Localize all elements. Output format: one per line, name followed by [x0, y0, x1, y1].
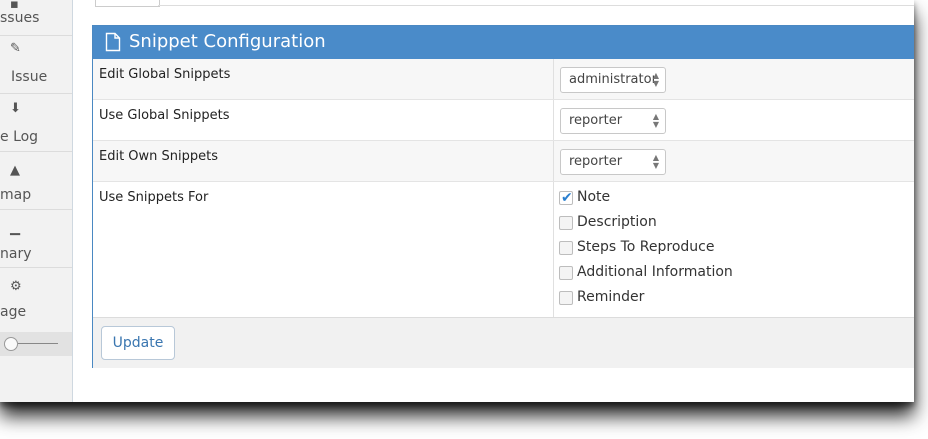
toggle-track — [18, 343, 58, 344]
sidebar: ▪ ssues ✎ Issue ⬇ e Log ▲ map ▁ nary ⚙ a… — [0, 0, 73, 402]
tabs-divider — [158, 5, 914, 6]
sidebar-item-issues[interactable]: ▪ ssues — [0, 0, 72, 36]
sidebar-item-label: map — [0, 187, 32, 203]
select-value: reporter — [569, 154, 623, 169]
app-window: ▪ ssues ✎ Issue ⬇ e Log ▲ map ▁ nary ⚙ a… — [0, 0, 914, 402]
row-use-global-snippets: Use Global Snippets reporter ▲ ▼ — [93, 100, 914, 141]
select-arrows-icon: ▲ ▼ — [652, 153, 659, 170]
sidebar-item-label: nary — [0, 246, 32, 262]
cell-divider — [553, 59, 554, 99]
sidebar-item-change-log[interactable]: ⬇ e Log — [0, 94, 72, 152]
widget-footer: Update — [93, 317, 914, 368]
cell-divider — [553, 141, 554, 181]
snippet-config-widget: Snippet Configuration Edit Global Snippe… — [92, 25, 914, 368]
widget-title: Snippet Configuration — [129, 31, 326, 52]
row-label: Use Global Snippets — [99, 108, 230, 123]
sidebar-item-manage[interactable]: ⚙ age — [0, 268, 72, 332]
sidebar-item-label: Issue — [11, 69, 48, 85]
update-button[interactable]: Update — [101, 326, 175, 360]
edit-own-snippets-select[interactable]: reporter ▲ ▼ — [560, 149, 666, 175]
gears-icon: ⚙ — [10, 279, 22, 294]
row-label: Use Snippets For — [99, 190, 209, 205]
checkbox-label: Steps To Reproduce — [577, 239, 715, 255]
checkbox[interactable] — [559, 216, 573, 230]
widget-header: Snippet Configuration — [93, 26, 914, 59]
bar-chart-icon: ▁ — [10, 221, 20, 236]
checkbox-label: Reminder — [577, 289, 645, 305]
sidebar-item-label: age — [0, 304, 27, 320]
arrow-down-icon: ⬇ — [10, 101, 21, 116]
select-value: reporter — [569, 113, 623, 128]
checkbox-label: Additional Information — [577, 264, 733, 280]
toggle-knob[interactable] — [4, 337, 18, 351]
checkbox[interactable] — [559, 291, 573, 305]
edit-icon: ✎ — [10, 41, 21, 56]
checkbox[interactable]: ✔ — [559, 190, 573, 206]
road-icon: ▲ — [10, 163, 20, 178]
sidebar-collapse-toggle[interactable] — [0, 332, 72, 356]
row-label: Edit Global Snippets — [99, 67, 231, 82]
sidebar-item-label: e Log — [0, 129, 39, 145]
checkbox-label: Note — [577, 189, 611, 205]
sidebar-item-summary[interactable]: ▁ nary — [0, 210, 72, 268]
file-icon — [105, 32, 121, 52]
sidebar-item-roadmap[interactable]: ▲ map — [0, 152, 72, 210]
row-edit-own-snippets: Edit Own Snippets reporter ▲ ▼ — [93, 141, 914, 182]
sidebar-item-report-issue[interactable]: ✎ Issue — [0, 36, 72, 94]
select-arrows-icon: ▲ ▼ — [652, 112, 659, 129]
select-value: administrator — [569, 72, 657, 87]
select-arrows-icon: ▲ ▼ — [652, 71, 659, 88]
cell-divider — [553, 182, 554, 317]
checkbox-label: Description — [577, 214, 657, 230]
checkbox[interactable] — [559, 266, 573, 280]
use-global-snippets-select[interactable]: reporter ▲ ▼ — [560, 108, 666, 134]
checkmark-icon: ✔ — [561, 190, 573, 206]
row-edit-global-snippets: Edit Global Snippets administrator ▲ ▼ — [93, 59, 914, 100]
row-label: Edit Own Snippets — [99, 149, 219, 164]
edit-global-snippets-select[interactable]: administrator ▲ ▼ — [560, 67, 666, 93]
tab-active[interactable] — [95, 0, 160, 7]
checkbox[interactable] — [559, 241, 573, 255]
row-use-snippets-for: Use Snippets For ✔ Note Description Step… — [93, 182, 914, 317]
sidebar-item-label: ssues — [0, 10, 40, 26]
cell-divider — [553, 100, 554, 140]
